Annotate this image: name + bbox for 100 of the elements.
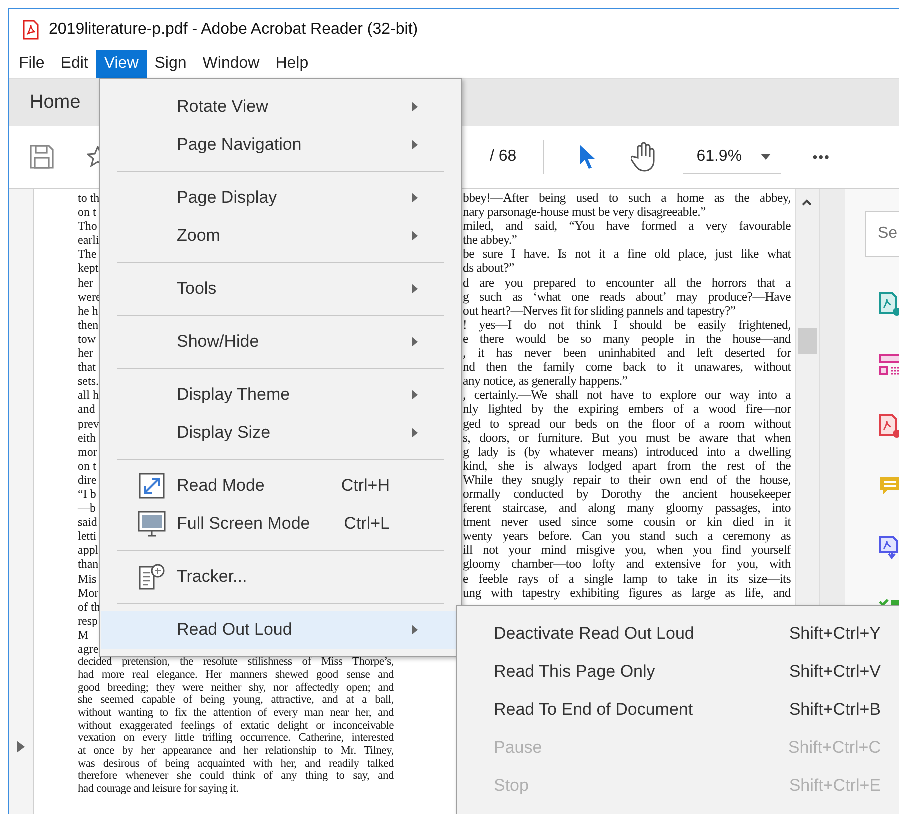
text-line: nary parsonage-house must be very disagreeable.” <box>463 205 707 220</box>
text-line: on t <box>78 205 96 220</box>
menu-item[interactable]: Display Size <box>101 414 460 452</box>
text-line: agre <box>78 642 99 656</box>
text-line: her <box>78 346 94 360</box>
text-line: e there would be so many people in the house—and <box>463 332 791 346</box>
pdf-edit-icon[interactable] <box>879 414 899 438</box>
pdf-export-icon[interactable] <box>879 536 899 560</box>
menu-item[interactable]: Read To End of Document Shift+Ctrl+B <box>457 691 899 729</box>
monitor-icon <box>138 511 166 537</box>
menu-item[interactable]: Zoom <box>101 217 460 255</box>
text-line: at once by her appearance and her relationship to Mr. Tilney, <box>78 745 394 758</box>
text-line: miled, and said, “You have formed a very favourable <box>463 219 791 234</box>
menu-item[interactable]: Read This Page Only Shift+Ctrl+V <box>457 653 899 691</box>
pdf-tool-icon[interactable] <box>879 292 899 316</box>
text-line: resp <box>78 614 98 628</box>
text-line: and <box>78 402 96 416</box>
submenu-arrow-icon <box>412 390 418 400</box>
text-line: , it has never been uninhabited and left deserted for <box>463 346 791 360</box>
text-line: had courage and leisure for saying it. <box>78 783 240 796</box>
pdf-file-icon <box>23 20 39 40</box>
text-line: tow <box>78 332 96 346</box>
menu-bar-item[interactable]: Edit <box>52 50 96 78</box>
scroll-thumb[interactable] <box>798 328 817 354</box>
cursor-arrow-icon[interactable] <box>578 144 596 170</box>
text-line: d are you prepared to encounter all the horrors that a <box>463 276 791 290</box>
text-line: the abbey.” <box>463 233 518 248</box>
text-line: decided pretension, the resolute stilishness of Miss Thorpe’s, <box>78 656 394 669</box>
expand-arrow-icon[interactable] <box>17 741 25 753</box>
text-line: Mor <box>78 586 99 600</box>
text-line: e feeble rays of a single lamp to take in its size—its <box>463 572 791 586</box>
submenu-arrow-icon <box>412 102 418 112</box>
text-line: tment never used since some cousin or kin died in it <box>463 515 791 530</box>
menu-item[interactable]: Deactivate Read Out Loud Shift+Ctrl+Y <box>457 615 899 653</box>
menu-item[interactable]: Tracker... <box>101 558 460 596</box>
text-line: ged to spread our beds on the floor of a room without <box>463 416 791 431</box>
menu-item[interactable]: Page Navigation <box>101 126 460 164</box>
text-line: her <box>78 276 94 290</box>
menu-item[interactable]: Show/Hide <box>101 323 460 361</box>
text-line: on t <box>78 458 96 473</box>
text-line: The <box>78 247 97 262</box>
text-line: he h <box>78 304 98 318</box>
text-line: good breeding; they were neither shy, nor affectedly open; and <box>78 682 394 694</box>
menu-item[interactable]: Display Theme <box>101 376 460 414</box>
text-line: was desirous of being acquainted with her, and readily talked <box>78 758 394 770</box>
text-line: earli <box>78 233 100 248</box>
text-line: to th <box>78 191 100 206</box>
text-line: that <box>78 360 96 374</box>
text-line: said <box>78 515 98 530</box>
submenu-arrow-icon <box>412 284 418 294</box>
search-field[interactable]: Se <box>865 211 899 257</box>
menu-item[interactable]: Full Screen Mode Ctrl+L <box>101 505 460 543</box>
text-line: ill not your mind misgive you, when you find yourself <box>463 543 791 558</box>
text-line: s, doors, or furniture. But you must be aware that when <box>463 430 791 445</box>
window-title: 2019literature-p.pdf - Adobe Acrobat Reader (32-bit) <box>49 20 418 38</box>
caret-icon <box>760 154 771 160</box>
scroll-up-icon[interactable] <box>802 199 812 206</box>
text-line: ! yes—I do not think I should be easily frightened, <box>463 318 791 332</box>
text-line: While they snugly repair to their own end of the house, <box>463 472 791 487</box>
text-line: —b <box>78 501 96 516</box>
text-line: appl <box>78 543 99 558</box>
page-count: / 68 <box>490 148 517 166</box>
menu-bar-item[interactable]: View <box>96 50 147 78</box>
menu-bar-item[interactable]: Help <box>268 50 317 78</box>
text-line: without exaggerated feelings of extatic delight or inconceivable <box>78 720 394 732</box>
text-line: g lady is (by whatever means) introduced into a dwelling <box>463 444 791 459</box>
menu-item[interactable]: Tools <box>101 270 460 308</box>
submenu-arrow-icon <box>412 193 418 203</box>
text-line: kept <box>78 261 99 276</box>
menu-bar-item[interactable]: File <box>11 50 53 78</box>
text-line: all h <box>78 388 99 402</box>
text-line: prev <box>78 416 100 431</box>
menu-item[interactable]: Rotate View <box>101 88 460 126</box>
menu-item[interactable]: Page Display <box>101 179 460 217</box>
text-line: ung with tapestry exhibiting figures as large as life, and <box>463 586 791 600</box>
menu-bar-item[interactable]: Window <box>194 50 268 78</box>
more-button[interactable]: ••• <box>812 149 830 165</box>
text-line: had more real elegance. Her manners shewed good sense and <box>78 668 394 682</box>
zoom-dropdown[interactable]: 61.9% <box>682 140 781 174</box>
text-line: nly lighted by the expiring embers of a wood fire—nor <box>463 402 791 416</box>
text-line: eith <box>78 430 96 445</box>
text-line: kind, she is always lodged apart from the rest of the <box>463 458 791 473</box>
text-line: wenty years before. Can you stand such a ceremony as <box>463 529 791 544</box>
home-tab[interactable]: Home <box>30 92 81 114</box>
menu-item[interactable]: Read Mode Ctrl+H <box>101 467 460 505</box>
text-line: ferent staircase, and along many gloomy passages, into <box>463 501 791 516</box>
text-line: therefore whenever she could think of any thing to say, and <box>78 770 394 784</box>
text-line: ormally conducted by Dorothy the ancient housekeeper <box>463 486 791 502</box>
submenu-arrow-icon <box>412 337 418 347</box>
text-line: “I b <box>78 486 96 502</box>
text-line: bbey!—After being used to such a home as the abbey, <box>463 191 791 206</box>
form-layout-icon[interactable] <box>879 353 899 377</box>
submenu-arrow-icon <box>412 428 418 438</box>
tracker-icon <box>138 563 166 591</box>
text-line: nd then the family come back to it unawares, without <box>463 360 791 374</box>
text-line: sets. <box>78 374 99 388</box>
save-icon[interactable] <box>29 144 55 170</box>
menu-bar-item[interactable]: Sign <box>146 50 195 78</box>
text-line: be sure I have. Is not it a fine old place, just like what <box>463 247 791 262</box>
text-line: letti <box>78 529 97 544</box>
